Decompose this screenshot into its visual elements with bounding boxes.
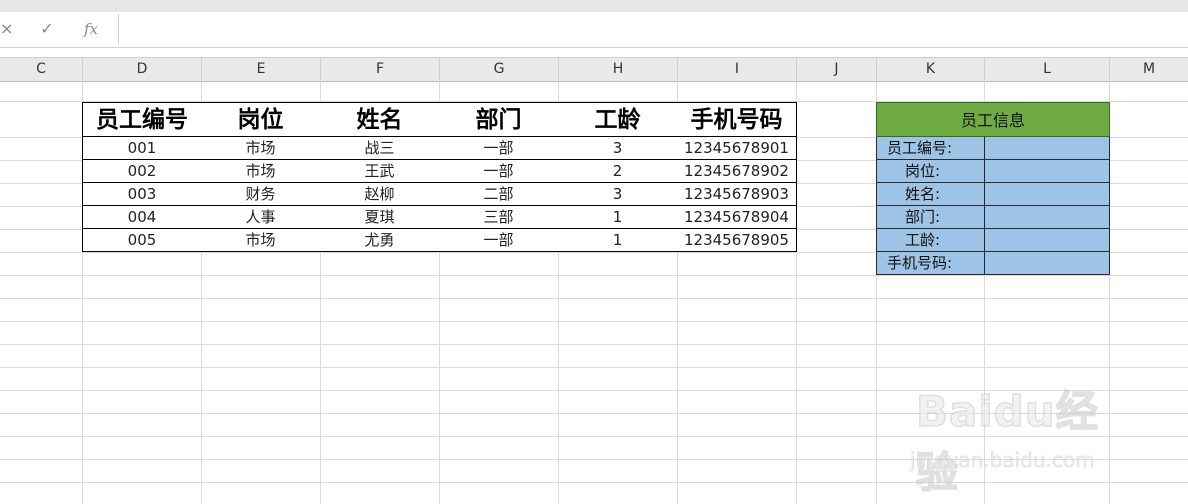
table-cell[interactable]: 三部 [439,206,559,229]
info-value-name[interactable] [985,183,1110,206]
column-header-f[interactable]: F [321,58,440,81]
cancel-icon[interactable]: × [0,18,13,40]
insert-function-icon[interactable]: fx [78,18,104,40]
column-header-e[interactable]: E [202,58,321,81]
grid-line [0,321,1188,322]
watermark-url: jingyan.baidu.com [910,448,1095,473]
table-header-employee-id[interactable]: 员工编号 [82,102,202,137]
table-cell[interactable]: 市场 [201,229,321,252]
table-cell[interactable]: 002 [82,160,202,183]
table-cell[interactable]: 二部 [439,183,559,206]
table-header-department[interactable]: 部门 [439,102,559,137]
table-header-position[interactable]: 岗位 [201,102,321,137]
column-header-c[interactable]: C [0,58,83,81]
table-cell[interactable]: 12345678905 [677,229,797,252]
table-header-seniority[interactable]: 工龄 [558,102,678,137]
table-cell[interactable]: 市场 [201,160,321,183]
info-label-name[interactable]: 姓名: [876,183,985,206]
formula-bar: × ✓ fx [0,12,1188,48]
grid-line [0,275,1188,276]
table-cell[interactable]: 尤勇 [320,229,440,252]
table-cell[interactable]: 财务 [201,183,321,206]
table-cell[interactable]: 004 [82,206,202,229]
table-cell[interactable]: 1 [558,206,678,229]
column-header-g[interactable]: G [440,58,559,81]
table-cell[interactable]: 2 [558,160,678,183]
table-cell[interactable]: 3 [558,183,678,206]
table-cell[interactable]: 001 [82,137,202,160]
column-header-k[interactable]: K [877,58,985,81]
table-cell[interactable]: 一部 [439,229,559,252]
table-cell[interactable]: 赵柳 [320,183,440,206]
table-cell[interactable]: 夏琪 [320,206,440,229]
table-cell[interactable]: 12345678903 [677,183,797,206]
info-value-position[interactable] [985,160,1110,183]
info-value-phone[interactable] [985,252,1110,275]
table-cell[interactable]: 战三 [320,137,440,160]
column-header-h[interactable]: H [559,58,678,81]
table-header-name[interactable]: 姓名 [320,102,440,137]
grid-line [0,298,1188,299]
column-header-d[interactable]: D [83,58,202,81]
info-label-seniority[interactable]: 工龄: [876,229,985,252]
info-label-position[interactable]: 岗位: [876,160,985,183]
column-header-bar: C D E F G H I J K L M [0,57,1188,82]
table-cell[interactable]: 12345678904 [677,206,797,229]
confirm-icon[interactable]: ✓ [36,18,58,40]
table-cell[interactable]: 3 [558,137,678,160]
grid-line [0,344,1188,345]
info-label-department[interactable]: 部门: [876,206,985,229]
table-cell[interactable]: 1 [558,229,678,252]
info-value-seniority[interactable] [985,229,1110,252]
column-header-l[interactable]: L [985,58,1110,81]
employee-info-title[interactable]: 员工信息 [876,102,1110,137]
table-cell[interactable]: 003 [82,183,202,206]
table-cell[interactable]: 王武 [320,160,440,183]
table-cell[interactable]: 一部 [439,137,559,160]
table-cell[interactable]: 12345678901 [677,137,797,160]
table-header-phone[interactable]: 手机号码 [677,102,797,137]
info-value-employee-id[interactable] [985,137,1110,160]
info-label-phone[interactable]: 手机号码: [876,252,985,275]
column-header-m[interactable]: M [1110,58,1188,81]
table-cell[interactable]: 一部 [439,160,559,183]
info-value-department[interactable] [985,206,1110,229]
table-cell[interactable]: 005 [82,229,202,252]
info-label-employee-id[interactable]: 员工编号: [876,137,985,160]
grid-line [0,367,1188,368]
baidu-watermark: Baidu经验 jingyan.baidu.com [908,378,1138,498]
watermark-brand: Baidu经验 [915,386,1099,498]
formula-input[interactable] [118,14,1188,44]
column-header-j[interactable]: J [797,58,877,81]
ribbon-edge [0,0,1188,12]
table-cell[interactable]: 市场 [201,137,321,160]
table-cell[interactable]: 人事 [201,206,321,229]
table-cell[interactable]: 12345678902 [677,160,797,183]
column-header-i[interactable]: I [678,58,797,81]
